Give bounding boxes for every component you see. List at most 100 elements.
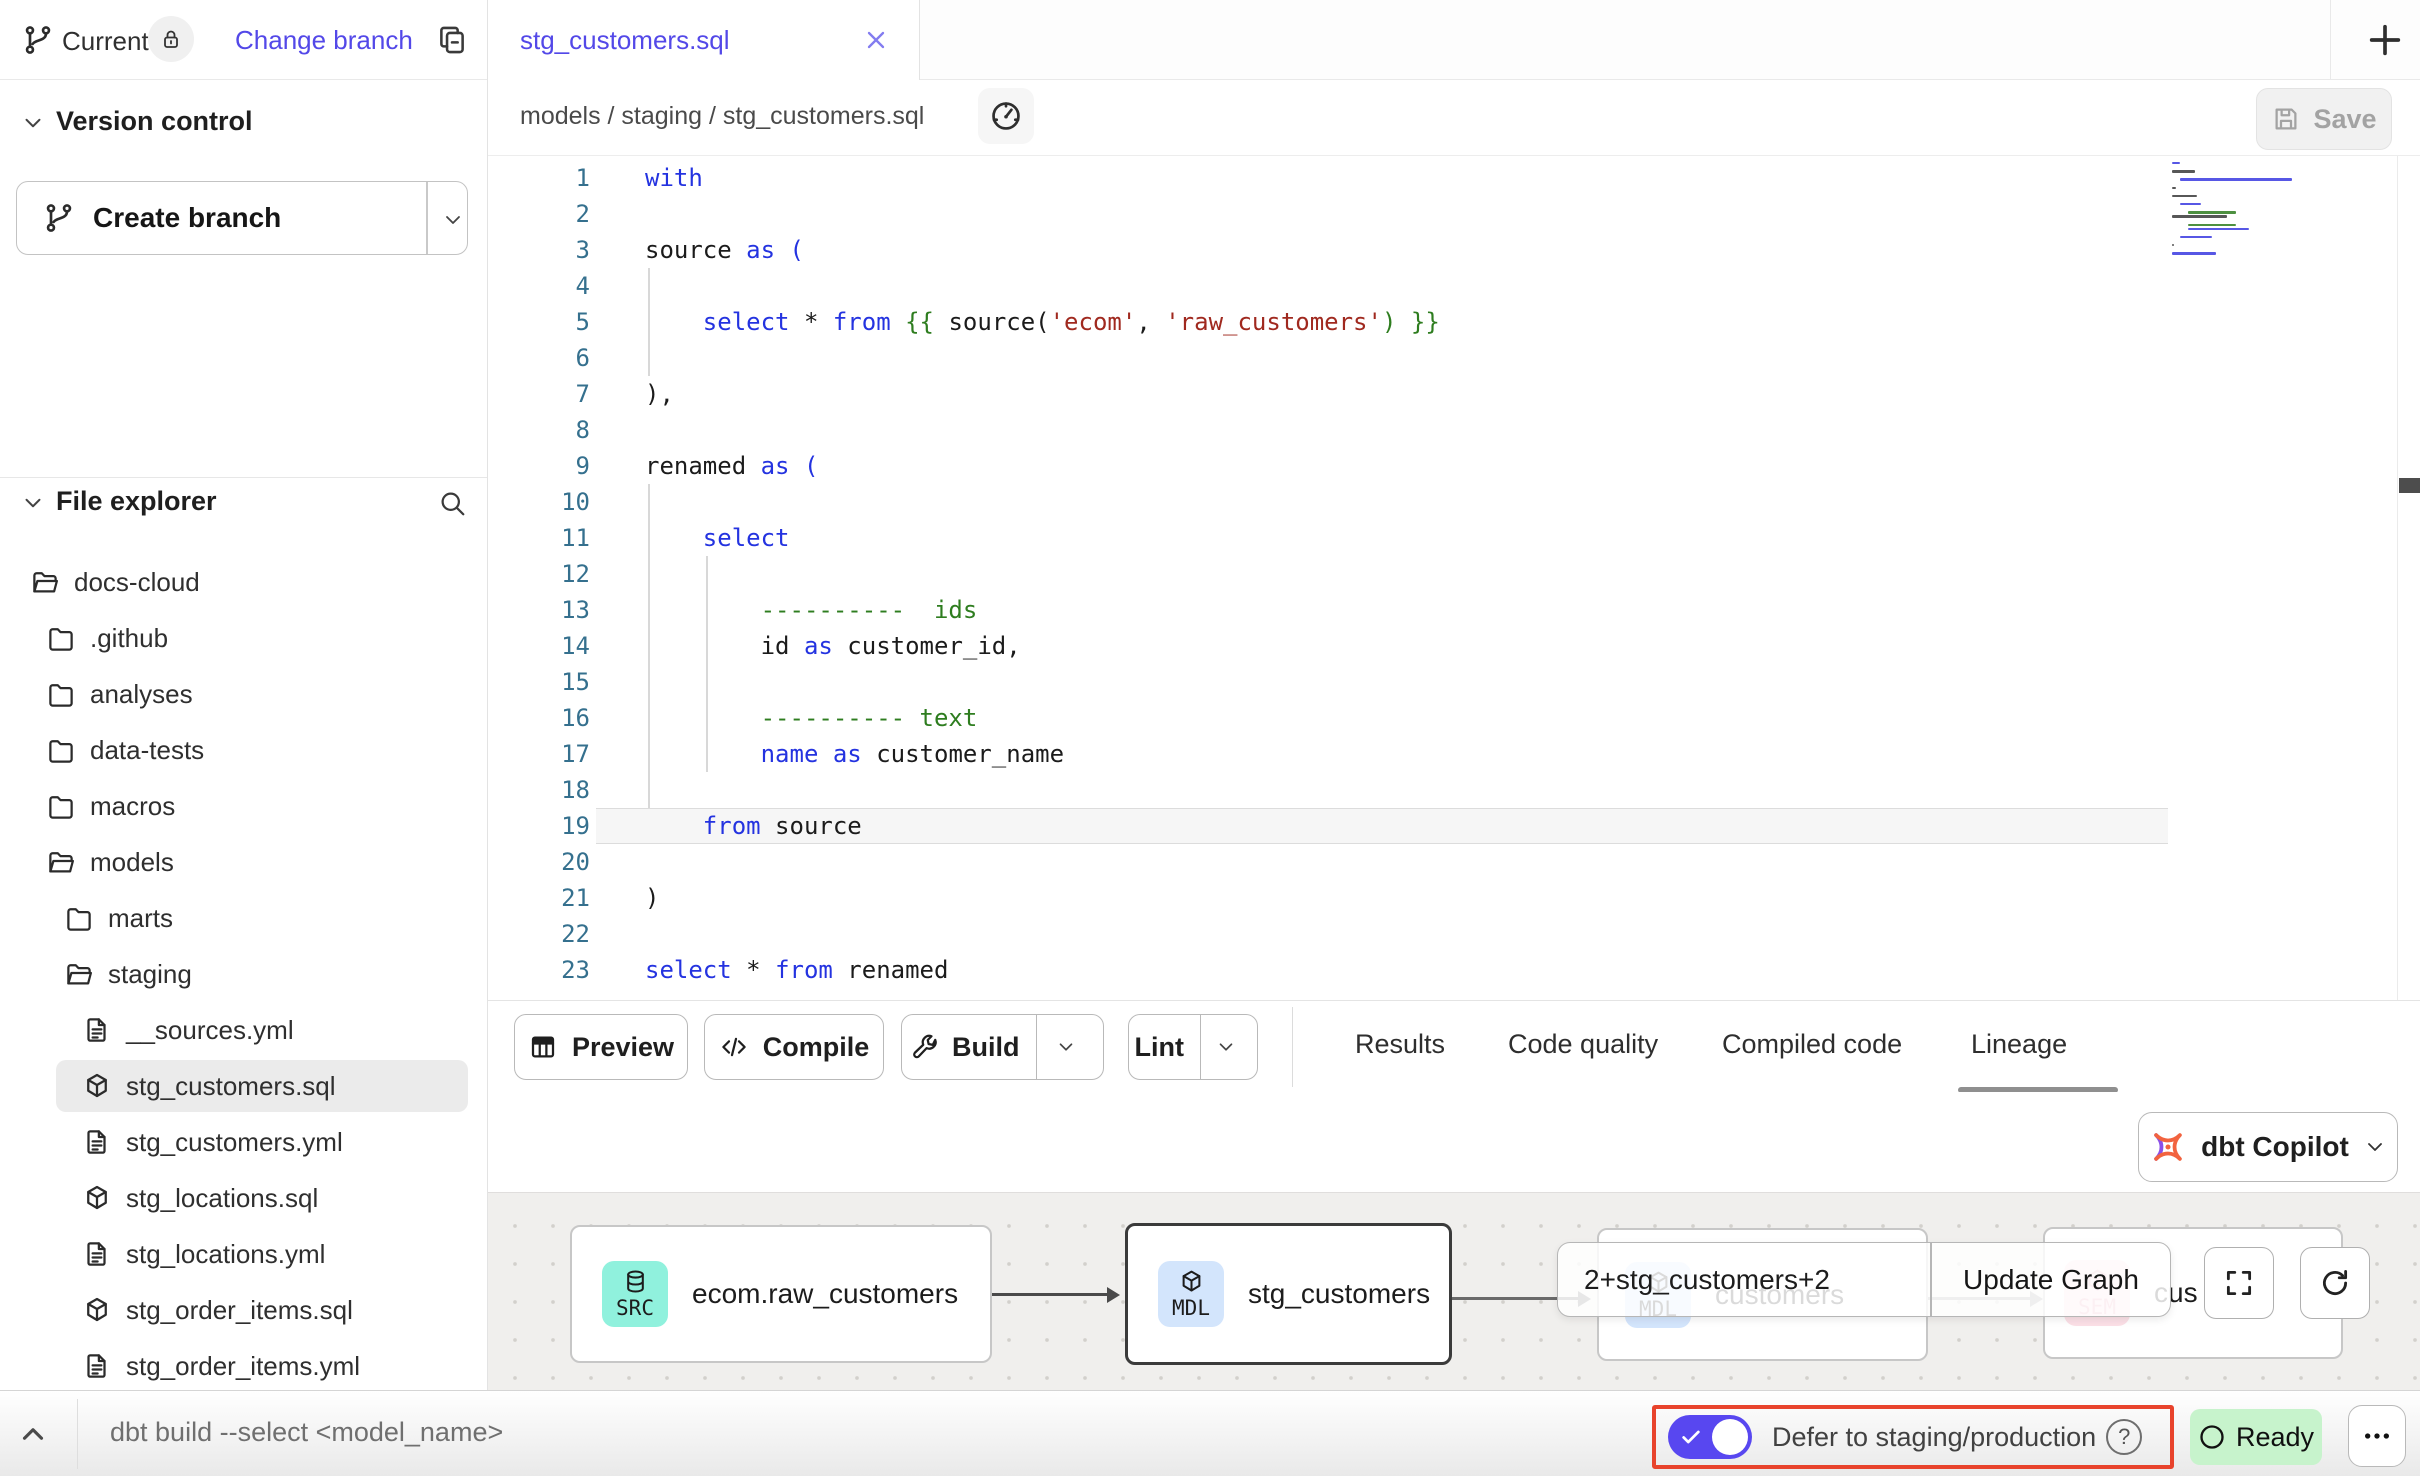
code-line[interactable]: 5 select * from {{ source('ecom', 'raw_c… xyxy=(488,304,2388,340)
code-line[interactable]: 7), xyxy=(488,376,2388,412)
cube-icon xyxy=(1178,1268,1205,1295)
tree-item-data-tests[interactable]: data-tests xyxy=(0,724,487,776)
code-line[interactable]: 6 xyxy=(488,340,2388,376)
minimap-line xyxy=(2172,215,2227,217)
code-line[interactable]: 22 xyxy=(488,916,2388,952)
code-line[interactable]: 4 xyxy=(488,268,2388,304)
tree-item-label: stg_locations.sql xyxy=(126,1183,318,1214)
compile-button[interactable]: Compile xyxy=(704,1014,884,1080)
code-line[interactable]: 16 ---------- text xyxy=(488,700,2388,736)
code-line[interactable]: 9renamed as ( xyxy=(488,448,2388,484)
tree-item-stg-customers-sql[interactable]: stg_customers.sql xyxy=(0,1060,487,1112)
code-line[interactable]: 8 xyxy=(488,412,2388,448)
sidebar: Current Change branch Version control Cr… xyxy=(0,0,488,1390)
more-options-button[interactable] xyxy=(2348,1405,2406,1467)
tree-item-docs-cloud[interactable]: docs-cloud xyxy=(0,556,487,608)
tree-item-stg-locations-sql[interactable]: stg_locations.sql xyxy=(0,1172,487,1224)
branch-bar: Current Change branch xyxy=(0,0,487,80)
lint-dropdown-icon[interactable] xyxy=(1215,1036,1237,1058)
file-icon xyxy=(82,1239,112,1269)
status-circle-icon xyxy=(2198,1423,2226,1451)
tree-item-staging[interactable]: staging xyxy=(0,948,487,1000)
editor-minimap xyxy=(2172,162,2292,272)
file-explorer-collapse-icon[interactable] xyxy=(20,490,46,516)
code-line[interactable]: 14 id as customer_id, xyxy=(488,628,2388,664)
lint-button[interactable]: Lint xyxy=(1128,1014,1258,1080)
fullscreen-button[interactable] xyxy=(2204,1247,2274,1319)
code-line[interactable]: 20 xyxy=(488,844,2388,880)
lineage-node-stg-customers[interactable]: MDL stg_customers xyxy=(1125,1223,1452,1365)
badge-label: MDL xyxy=(1172,1296,1210,1320)
code-line[interactable]: 18 xyxy=(488,772,2388,808)
save-button[interactable]: Save xyxy=(2256,88,2392,150)
defer-toggle[interactable] xyxy=(1668,1415,1752,1459)
new-tab-button[interactable] xyxy=(2355,10,2415,70)
code-line[interactable]: 2 xyxy=(488,196,2388,232)
build-button[interactable]: Build xyxy=(901,1014,1104,1080)
tree-item-stg-order-items-sql[interactable]: stg_order_items.sql xyxy=(0,1284,487,1336)
lint-label: Lint xyxy=(1135,1032,1184,1063)
tab-code-quality[interactable]: Code quality xyxy=(1508,1029,1658,1060)
close-tab-icon[interactable] xyxy=(862,26,890,54)
version-control-collapse-icon[interactable] xyxy=(20,110,46,136)
tree-item-github[interactable]: .github xyxy=(0,612,487,664)
tree-item-analyses[interactable]: analyses xyxy=(0,668,487,720)
code-line[interactable]: 17 name as customer_name xyxy=(488,736,2388,772)
tree-item-models[interactable]: models xyxy=(0,836,487,888)
create-branch-button[interactable]: Create branch xyxy=(16,181,468,255)
code-line[interactable]: 10 xyxy=(488,484,2388,520)
preview-button[interactable]: Preview xyxy=(514,1014,688,1080)
copy-icon[interactable] xyxy=(435,23,469,57)
code-line[interactable]: 19 from source xyxy=(488,808,2388,844)
tab-compiled-code[interactable]: Compiled code xyxy=(1722,1029,1902,1060)
lineage-node-source[interactable]: SRC ecom.raw_customers xyxy=(570,1225,992,1363)
tree-item-sources-yml[interactable]: __sources.yml xyxy=(0,1004,487,1056)
command-input[interactable]: dbt build --select <model_name> xyxy=(110,1417,503,1448)
node-label: ecom.raw_customers xyxy=(692,1278,958,1310)
code-line[interactable]: 23select * from renamed xyxy=(488,952,2388,988)
breadcrumb: models / staging / stg_customers.sql xyxy=(520,102,924,131)
tree-item-stg-locations-yml[interactable]: stg_locations.yml xyxy=(0,1228,487,1280)
code-line[interactable]: 3source as ( xyxy=(488,232,2388,268)
tab-stg-customers-sql[interactable]: stg_customers.sql xyxy=(488,0,920,80)
button-divider xyxy=(426,182,428,254)
dbt-copilot-label: dbt Copilot xyxy=(2201,1131,2349,1163)
tree-item-stg-customers-yml[interactable]: stg_customers.yml xyxy=(0,1116,487,1168)
tab-results[interactable]: Results xyxy=(1355,1029,1445,1060)
minimap-line xyxy=(2172,162,2180,164)
code-line[interactable]: 11 select xyxy=(488,520,2388,556)
lineage-canvas[interactable]: SRC ecom.raw_customers MDL stg_customers… xyxy=(488,1192,2420,1390)
code-line[interactable]: 13 ---------- ids xyxy=(488,592,2388,628)
tree-item-macros[interactable]: macros xyxy=(0,780,487,832)
create-branch-dropdown-icon[interactable] xyxy=(441,208,465,232)
search-icon[interactable] xyxy=(437,488,467,518)
build-dropdown-icon[interactable] xyxy=(1055,1036,1077,1058)
change-branch-link[interactable]: Change branch xyxy=(235,25,413,56)
dbt-copilot-button[interactable]: dbt Copilot xyxy=(2138,1112,2398,1182)
model-cube-icon xyxy=(82,1183,112,1213)
code-line[interactable]: 15 xyxy=(488,664,2388,700)
lineage-selector-input[interactable]: 2+stg_customers+2 xyxy=(1584,1264,1830,1296)
code-line[interactable]: 21) xyxy=(488,880,2388,916)
tree-item-marts[interactable]: marts xyxy=(0,892,487,944)
help-question-icon[interactable]: ? xyxy=(2106,1419,2142,1455)
open-in-explorer-button[interactable] xyxy=(978,88,1034,144)
minimap-line xyxy=(2172,244,2174,246)
tab-lineage[interactable]: Lineage xyxy=(1971,1029,2067,1060)
tree-item-label: macros xyxy=(90,791,175,822)
tree-item-stg-order-items-yml[interactable]: stg_order_items.yml xyxy=(0,1340,487,1392)
expand-command-bar-icon[interactable] xyxy=(16,1417,50,1451)
create-branch-label: Create branch xyxy=(93,202,281,234)
tree-item-label: docs-cloud xyxy=(74,567,200,598)
code-editor[interactable]: 1with23source as (45 select * from {{ so… xyxy=(488,156,2420,1000)
defer-label: Defer to staging/production xyxy=(1772,1422,2096,1453)
tree-item-label: stg_locations.yml xyxy=(126,1239,325,1270)
scrollbar-thumb[interactable] xyxy=(2399,478,2420,493)
tree-item-label: stg_customers.sql xyxy=(126,1071,336,1102)
update-graph-button[interactable]: Update Graph xyxy=(1930,1264,2172,1296)
code-line[interactable]: 12 xyxy=(488,556,2388,592)
refresh-graph-button[interactable] xyxy=(2300,1247,2370,1319)
code-line[interactable]: 1with xyxy=(488,160,2388,196)
folder-open-icon xyxy=(46,847,76,877)
folder-icon xyxy=(46,791,76,821)
